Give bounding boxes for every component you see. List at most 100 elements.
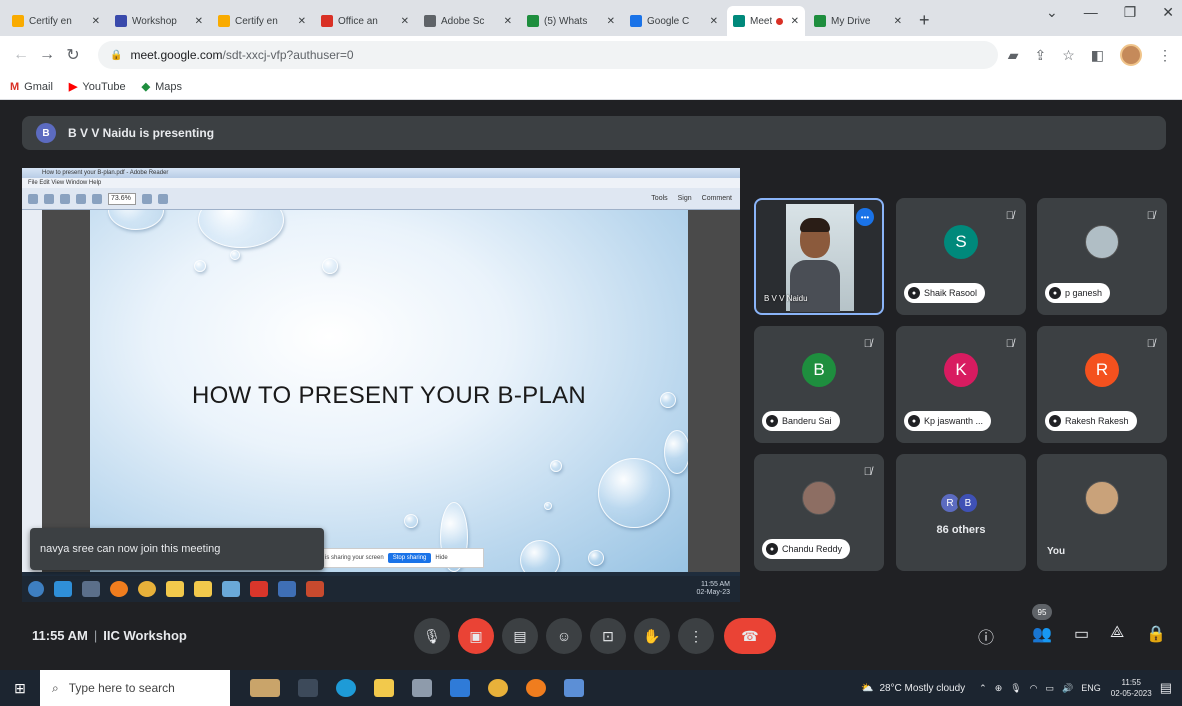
close-window-icon[interactable]: ✕	[1162, 4, 1174, 21]
pin-icon: ●	[908, 287, 920, 299]
participant-tile[interactable]: 🎙̸ ● p ganesh	[1037, 198, 1167, 315]
taskbar-search[interactable]: ⌕ Type here to search	[40, 670, 230, 706]
comment-icon	[158, 193, 168, 204]
reactions-button[interactable]: ☺	[546, 618, 582, 654]
close-tab-icon[interactable]: ✕	[298, 16, 306, 27]
taskbar-clock[interactable]: 11:55 02-05-2023	[1111, 677, 1152, 699]
volume-icon[interactable]: 🔊	[1062, 683, 1073, 694]
edge-icon[interactable]	[336, 679, 356, 697]
close-tab-icon[interactable]: ✕	[504, 16, 512, 27]
chat-icon[interactable]: ▭	[1074, 624, 1089, 644]
chrome-icon[interactable]	[488, 679, 508, 697]
battery-icon[interactable]: ▭	[1046, 683, 1055, 694]
reader-toolbar: 73.6% Tools Sign Comment	[22, 188, 740, 210]
new-tab-icon[interactable]: +	[911, 6, 938, 36]
browser-tab[interactable]: Google C ✕	[624, 6, 724, 36]
meeting-details-icon[interactable]: ⓘ	[978, 624, 994, 648]
close-tab-icon[interactable]: ✕	[401, 16, 409, 27]
microphone-button[interactable]: 🎙	[414, 618, 450, 654]
pin-icon: ●	[766, 543, 778, 555]
file-explorer-icon[interactable]	[374, 679, 394, 697]
host-controls-icon[interactable]: 🔒	[1146, 624, 1166, 644]
address-bar[interactable]: 🔒 meet.google.com/sdt-xxcj-vfp?authuser=…	[98, 41, 998, 69]
shared-clock-time: 11:55 AM	[700, 581, 730, 588]
task-view-icon[interactable]	[298, 679, 318, 697]
participant-name-pill: ● Kp jaswanth ...	[904, 411, 992, 431]
firefox-icon[interactable]	[526, 679, 546, 697]
close-tab-icon[interactable]: ✕	[92, 16, 100, 27]
restore-icon[interactable]: ❐	[1124, 4, 1137, 21]
browser-tab[interactable]: Adobe Sc ✕	[418, 6, 518, 36]
tab-search-icon[interactable]: ⌄	[1046, 4, 1058, 21]
store-icon[interactable]	[412, 679, 432, 697]
hand-icon: ✋	[643, 627, 661, 644]
participant-name: Shaik Rasool	[924, 288, 978, 298]
raise-hand-button[interactable]: ✋	[634, 618, 670, 654]
close-tab-icon[interactable]: ✕	[791, 16, 799, 27]
pin-icon: ●	[766, 415, 778, 427]
back-icon[interactable]: ←	[10, 46, 32, 64]
water-drop	[108, 210, 164, 230]
network-icon[interactable]: ⊕	[995, 683, 1003, 694]
participant-tile[interactable]: 🎙̸ ● Chandu Reddy	[754, 454, 884, 571]
people-icon[interactable]: 👥	[1032, 624, 1052, 644]
captions-button[interactable]: ▤	[502, 618, 538, 654]
participant-tile[interactable]: R B 86 others	[896, 454, 1026, 571]
close-tab-icon[interactable]: ✕	[195, 16, 203, 27]
side-panel-icon[interactable]: ◧	[1091, 47, 1104, 64]
participant-tile[interactable]: B 🎙̸ ● Banderu Sai	[754, 326, 884, 443]
share-notice-text: is sharing your screen	[325, 555, 384, 561]
bookmark-label: Gmail	[24, 80, 53, 93]
chrome-icon	[138, 581, 156, 597]
participant-name: B V V Naidu	[764, 294, 808, 303]
weather-widget[interactable]: ⛅ 28°C Mostly cloudy	[861, 683, 965, 694]
activities-icon[interactable]: ⟁	[1110, 624, 1124, 642]
browser-tab[interactable]: Certify en ✕	[6, 6, 106, 36]
powerpoint-icon	[306, 581, 324, 597]
participant-tile[interactable]: R 🎙̸ ● Rakesh Rakesh	[1037, 326, 1167, 443]
more-options-button[interactable]: ⋮	[678, 618, 714, 654]
close-tab-icon[interactable]: ✕	[894, 16, 902, 27]
camera-off-button[interactable]: ▣	[458, 618, 494, 654]
profile-avatar[interactable]	[1120, 44, 1142, 66]
browser-tab[interactable]: Meet ✕	[727, 6, 805, 36]
water-drop	[198, 210, 284, 248]
browser-tab[interactable]: Workshop ✕	[109, 6, 209, 36]
bookmark-item[interactable]: ▶ YouTube	[69, 80, 126, 94]
more-vert-icon: ⋮	[689, 627, 703, 644]
participant-tile[interactable]: You	[1037, 454, 1167, 571]
browser-tab[interactable]: (5) Whats ✕	[521, 6, 621, 36]
news-widget-icon[interactable]	[250, 679, 280, 697]
browser-tab[interactable]: Office an ✕	[315, 6, 415, 36]
bookmark-star-icon[interactable]: ☆	[1062, 47, 1075, 64]
bookmark-item[interactable]: ◆ Maps	[142, 80, 182, 94]
participant-tile[interactable]: S 🎙̸ ● Shaik Rasool	[896, 198, 1026, 315]
camera-in-use-icon[interactable]: ▰	[1008, 47, 1019, 64]
water-drop	[550, 460, 562, 472]
close-tab-icon[interactable]: ✕	[607, 16, 615, 27]
close-tab-icon[interactable]: ✕	[710, 16, 718, 27]
present-button[interactable]: ⊡	[590, 618, 626, 654]
bookmark-item[interactable]: M Gmail	[10, 81, 53, 93]
chevron-up-icon[interactable]: ⌃	[979, 683, 987, 694]
menu-kebab-icon[interactable]: ⋮	[1158, 47, 1172, 64]
mail-icon[interactable]	[450, 679, 470, 697]
windows-start-icon[interactable]: ⊞	[0, 680, 40, 697]
browser-tab[interactable]: My Drive ✕	[808, 6, 908, 36]
mic-tray-icon[interactable]: 🎙	[1010, 683, 1021, 694]
forward-icon[interactable]: →	[36, 46, 58, 64]
leave-call-button[interactable]: ☎	[724, 618, 776, 654]
notification-icon[interactable]: ▤	[1160, 680, 1172, 696]
browser-tab[interactable]: Certify en ✕	[212, 6, 312, 36]
language-indicator[interactable]: ENG	[1081, 683, 1101, 693]
lock-icon[interactable]: 🔒	[110, 50, 122, 61]
muted-mic-icon: 🎙̸	[1005, 210, 1014, 222]
wifi-icon[interactable]: ◠	[1030, 683, 1038, 694]
participant-tile[interactable]: ••• B V V Naidu	[754, 198, 884, 315]
reload-icon[interactable]: ↻	[62, 45, 84, 65]
photos-icon[interactable]	[564, 679, 584, 697]
avatar: B	[802, 353, 836, 387]
participant-tile[interactable]: K 🎙̸ ● Kp jaswanth ...	[896, 326, 1026, 443]
minimize-icon[interactable]: —	[1084, 4, 1098, 21]
share-icon[interactable]: ⇪	[1034, 47, 1046, 64]
